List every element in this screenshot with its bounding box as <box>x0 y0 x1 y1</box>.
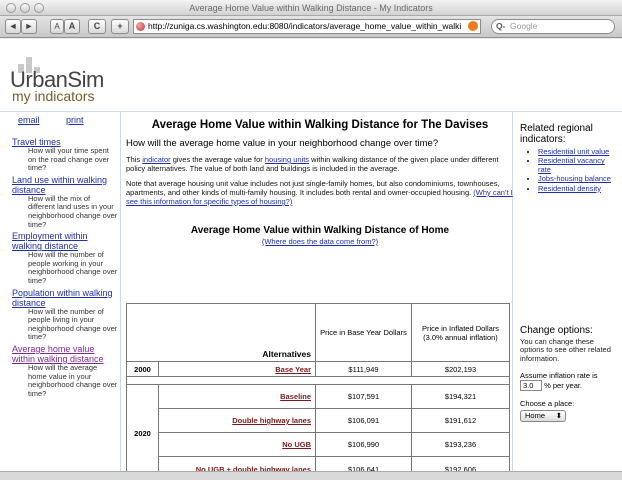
text-smaller-button[interactable]: A <box>50 19 64 34</box>
nav-link[interactable]: Land use within walking distance <box>12 175 118 195</box>
search-icon: Q- <box>496 21 506 31</box>
related-link[interactable]: Residential vacancy rate <box>538 156 605 174</box>
change-options-text: You can change these options to see othe… <box>520 337 611 363</box>
table-spacer-row <box>126 376 510 385</box>
text: gives the average value for <box>170 155 265 164</box>
window-titlebar: Average Home Value within Walking Distan… <box>0 0 622 16</box>
home-value-table: Alternatives Price in Base Year Dollars … <box>126 303 510 480</box>
text: This <box>126 155 143 164</box>
back-button[interactable]: ◄ <box>5 19 21 34</box>
search-input[interactable]: Q- Google <box>491 19 615 34</box>
alternative-link[interactable]: No UGB <box>158 432 316 457</box>
indicator-nav: Travel times How will your time spent on… <box>12 137 118 400</box>
left-divider <box>120 112 121 471</box>
source-note: (Where does the data come from?) <box>126 237 514 246</box>
housing-note: Note that average housing unit value inc… <box>126 179 514 206</box>
header-divider <box>0 111 622 112</box>
related-indicators: Related regional indicators: Residential… <box>520 119 618 194</box>
inflated-price-cell: $202,193 <box>411 361 510 377</box>
inflated-price-header: Price in Inflated Dollars (3.0% annual i… <box>411 303 510 362</box>
alternative-link[interactable]: Baseline <box>158 384 316 409</box>
forward-button[interactable]: ► <box>21 19 37 34</box>
base-price-cell: $111,949 <box>315 361 412 377</box>
page-actions: email print <box>18 115 108 125</box>
logo-subtitle: my indicators <box>12 88 95 104</box>
related-link[interactable]: Residential unit value <box>538 147 609 156</box>
change-options: Change options: You can change these opt… <box>520 325 618 423</box>
url-text: http://zuniga.cs.washington.edu:8080/ind… <box>148 21 462 31</box>
table-row: 2020 Baseline $107,591 $194,321 <box>126 384 510 480</box>
site-icon <box>136 22 145 31</box>
place-label: Choose a place: <box>520 399 575 409</box>
inflation-label: Assume inflation rate is <box>520 371 598 381</box>
horizontal-scrollbar[interactable] <box>0 471 622 480</box>
base-price-cell: $107,591 <box>315 384 412 409</box>
reload-button[interactable]: C <box>88 19 106 34</box>
nav-item-population: Population within walking distance How w… <box>12 288 118 342</box>
nav-item-home-value: Average home value within walking distan… <box>12 344 118 398</box>
related-list: Residential unit value Residential vacan… <box>538 147 618 193</box>
urbansim-logo[interactable]: UrbanSim my indicators <box>10 53 120 104</box>
table-row: No UGB $106,990 $193,236 <box>127 432 510 457</box>
inflated-price-cell: $193,236 <box>411 432 510 457</box>
browser-toolbar: ◄ ► A A C + http://zuniga.cs.washington.… <box>0 16 622 38</box>
indicator-question: How will the average home value in your … <box>126 138 439 149</box>
related-title: Related regional indicators: <box>520 123 593 145</box>
table-row: Double highway lanes $106,091 $191,612 <box>127 408 510 433</box>
alternative-link[interactable]: Double highway lanes <box>158 408 316 433</box>
address-bar[interactable]: http://zuniga.cs.washington.edu:8080/ind… <box>133 19 481 34</box>
table-row: 2000 Base Year $111,949 $202,193 <box>126 361 510 377</box>
indicator-link[interactable]: indicator <box>142 155 170 164</box>
base-price-header: Price in Base Year Dollars <box>315 303 412 362</box>
data-source-link[interactable]: (Where does the data come from?) <box>262 237 378 246</box>
inflation-control: Assume inflation rate is % per year. <box>520 371 618 392</box>
alternative-link[interactable]: Base Year <box>158 361 316 377</box>
nav-description: How will the number of people living in … <box>28 306 118 342</box>
window-title: Average Home Value within Walking Distan… <box>189 3 433 13</box>
table-header-row: Alternatives Price in Base Year Dollars … <box>126 303 510 362</box>
select-arrows-icon: ⬍ <box>555 411 562 421</box>
add-bookmark-button[interactable]: + <box>111 19 129 34</box>
nav-description: How will your time spent on the road cha… <box>28 146 110 173</box>
nav-description: How will the average home value in your … <box>28 362 118 398</box>
nav-link[interactable]: Employment within walking distance <box>12 231 118 251</box>
inflation-rate-input[interactable] <box>520 380 542 392</box>
page-title: Average Home Value within Walking Distan… <box>151 119 489 131</box>
housing-units-link[interactable]: housing units <box>265 155 309 164</box>
place-control: Choose a place: Home ⬍ <box>520 399 618 423</box>
nav-link[interactable]: Population within walking distance <box>12 288 118 308</box>
place-select[interactable]: Home ⬍ <box>520 410 566 423</box>
nav-link-active[interactable]: Average home value within walking distan… <box>12 344 118 364</box>
rss-icon[interactable] <box>468 21 478 31</box>
nav-item-employment: Employment within walking distance How w… <box>12 231 118 285</box>
page-content: UrbanSim my indicators email print Trave… <box>0 39 622 480</box>
text: Note that average housing unit value inc… <box>126 179 500 197</box>
base-price-cell: $106,990 <box>315 432 412 457</box>
nav-item-travel-times: Travel times How will your time spent on… <box>12 137 118 173</box>
year-cell: 2000 <box>126 361 159 377</box>
search-placeholder: Google <box>510 21 538 31</box>
text-larger-button[interactable]: A <box>64 19 80 34</box>
alternatives-header: Alternatives <box>126 303 316 362</box>
table-title: Average Home Value within Walking Distan… <box>190 225 450 236</box>
base-price-cell: $106,091 <box>315 408 412 433</box>
nav-description: How will the number of people working in… <box>28 250 118 285</box>
year-cell: 2020 <box>126 384 159 480</box>
inflated-price-cell: $194,321 <box>411 384 510 409</box>
print-link[interactable]: print <box>66 115 84 125</box>
inflated-price-cell: $191,612 <box>411 408 510 433</box>
change-options-title: Change options: <box>520 325 593 336</box>
nav-item-land-use: Land use within walking distance How wil… <box>12 175 118 229</box>
place-select-value: Home <box>525 411 546 421</box>
main-content: Average Home Value within Walking Distan… <box>126 119 514 480</box>
indicator-description: This indicator gives the average value f… <box>126 155 514 173</box>
email-link[interactable]: email <box>18 115 40 125</box>
related-link[interactable]: Jobs-housing balance <box>538 174 611 183</box>
nav-description: How will the mix of different land uses … <box>28 193 118 229</box>
related-link[interactable]: Residential density <box>538 184 601 193</box>
inflation-suffix: % per year. <box>544 381 583 391</box>
